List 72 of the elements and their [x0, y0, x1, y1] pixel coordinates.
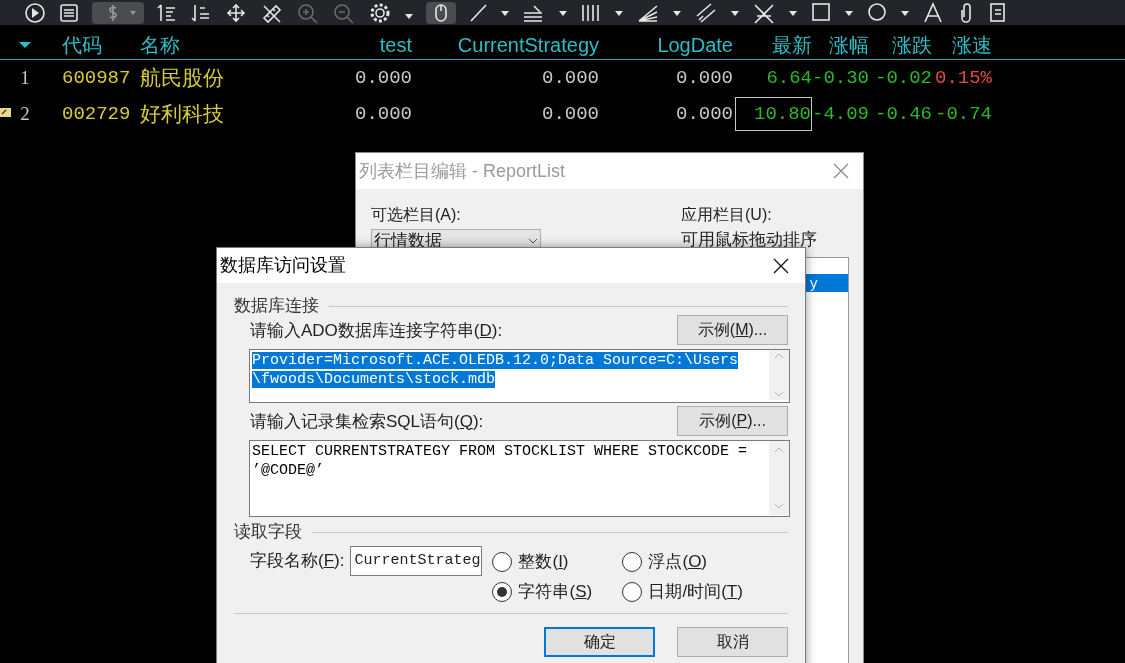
- button[interactable]: 取消: [677, 627, 788, 657]
- scroll-bar: [769, 350, 789, 400]
- window-title: 列表栏目编辑 - ReportList: [359, 159, 566, 183]
- close-icon[interactable]: [773, 257, 789, 274]
- radio-option[interactable]: 字符串(S): [492, 579, 623, 605]
- sort-triangle-icon[interactable]: [19, 41, 31, 48]
- table-cell-text: -0.02: [875, 65, 932, 91]
- circle-icon[interactable]: [866, 1, 888, 24]
- text-area[interactable]: Provider=Microsoft.ACE.OLEDB.12.0;Data Source=C:\Users \fwoods\Documents\stock.mdb: [249, 349, 790, 403]
- input-field[interactable]: CurrentStrateg: [350, 546, 483, 576]
- table-cell-text: 6.64: [766, 65, 812, 91]
- field-label: 请输入记录集检索SQL语句(Q):: [250, 410, 484, 433]
- field-label: 可选栏目(A):: [371, 205, 462, 225]
- radio-option[interactable]: 浮点(O): [622, 549, 783, 575]
- table-cell-text: 600987: [62, 65, 131, 91]
- sort-icon[interactable]: [156, 1, 178, 24]
- table-cell-text: -4.09: [812, 101, 869, 127]
- zoom-in-icon[interactable]: [296, 1, 320, 24]
- column-header[interactable]: 名称: [140, 29, 180, 60]
- table-cell-text: 0.000: [542, 101, 599, 127]
- column-header[interactable]: LogDate: [657, 29, 733, 60]
- column-header[interactable]: CurrentStrategy: [457, 29, 599, 60]
- dollar-icon[interactable]: [92, 1, 144, 24]
- gear-icon[interactable]: [368, 1, 392, 24]
- radio-button[interactable]: [622, 552, 643, 572]
- table-cell-text: 0.000: [676, 65, 733, 91]
- button[interactable]: 示例(P)...: [677, 406, 788, 436]
- radio-button[interactable]: [492, 582, 513, 602]
- move-icon[interactable]: [224, 1, 248, 24]
- table-cell-text: -0.30: [812, 65, 869, 91]
- play-icon[interactable]: [24, 1, 46, 24]
- chevron-down-icon[interactable]: [528, 238, 538, 244]
- rectangle-icon[interactable]: [810, 1, 832, 24]
- hint-text: 可用鼠标拖动排序: [681, 229, 818, 251]
- table-cell-text: 0.000: [355, 65, 412, 91]
- list-icon[interactable]: [58, 1, 80, 24]
- column-header[interactable]: 涨跌: [892, 29, 932, 60]
- radio-option[interactable]: 整数(I): [492, 549, 623, 575]
- radio-button[interactable]: [622, 582, 643, 602]
- group-label: 读取字段: [234, 521, 302, 544]
- field-label: 请输入ADO数据库连接字符串(D):: [250, 319, 503, 342]
- row-number: 1: [20, 65, 30, 90]
- column-header[interactable]: 涨幅: [829, 29, 869, 60]
- row-number: 2: [20, 101, 30, 126]
- button[interactable]: 确定: [544, 627, 655, 657]
- column-header[interactable]: 最新: [772, 29, 812, 60]
- table-cell-text: 航民股份: [140, 65, 224, 92]
- mouse-icon[interactable]: [426, 1, 456, 24]
- table-cell: 10.80: [735, 96, 812, 132]
- text-area[interactable]: SELECT CURRENTSTRATEGY FROM STOCKLIST WHERE STOCKCODE = ’@CODE@’: [249, 440, 790, 517]
- group-label: 数据库连接: [234, 295, 319, 318]
- table-cell-text: 0.15%: [935, 65, 992, 91]
- field-label: 应用栏目(U):: [681, 205, 773, 225]
- table-cell-text: 0.000: [542, 65, 599, 91]
- table-cell-text: 002729: [62, 101, 131, 127]
- parallel-lines-icon[interactable]: [694, 1, 718, 24]
- table-cell-text: 0.000: [676, 101, 733, 127]
- button[interactable]: 示例(M)...: [677, 315, 788, 345]
- table-cell-text: 好利科技: [140, 101, 224, 128]
- text-tool-icon[interactable]: [922, 1, 944, 24]
- field-label: 字段名称(F):: [250, 550, 345, 573]
- table-cell-text: -0.46: [875, 101, 932, 127]
- table-cell-text: 0.000: [355, 101, 412, 127]
- column-header[interactable]: test: [379, 29, 412, 60]
- column-header[interactable]: 涨速: [952, 29, 992, 60]
- table-cell-text: -0.74: [935, 101, 992, 127]
- column-header[interactable]: 代码: [62, 29, 102, 60]
- cross-lines-icon[interactable]: [752, 1, 776, 24]
- zoom-out-icon[interactable]: [332, 1, 356, 24]
- radio-option[interactable]: 日期/时间(T): [622, 579, 783, 605]
- radio-button[interactable]: [492, 552, 513, 572]
- window-title: 数据库访问设置: [220, 254, 346, 277]
